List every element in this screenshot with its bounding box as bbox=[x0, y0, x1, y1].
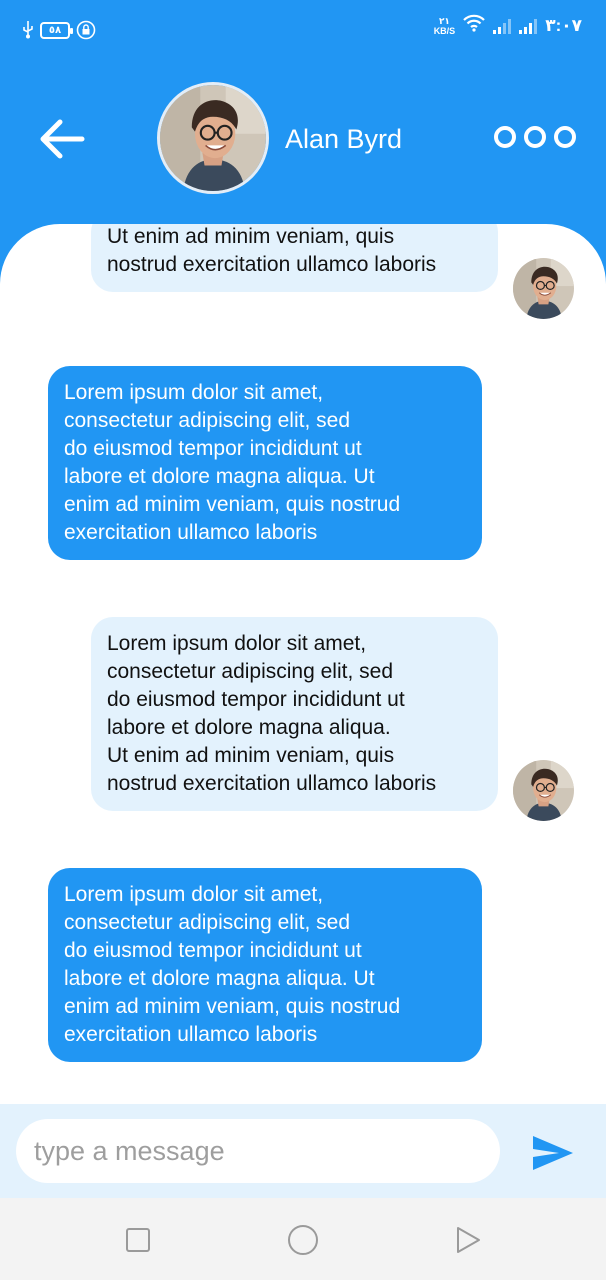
contact-avatar[interactable] bbox=[157, 82, 269, 194]
message-line: Lorem ipsum dolor sit amet, bbox=[107, 632, 367, 655]
signal-icon-sim2 bbox=[519, 18, 538, 34]
message-line: labore et dolore magna aliqua. Ut bbox=[64, 465, 375, 488]
more-options-icon bbox=[494, 126, 516, 148]
more-options-button[interactable] bbox=[494, 126, 576, 148]
message-bubble-incoming: Lorem ipsum dolor sit amet, consectetur … bbox=[48, 366, 482, 560]
battery-icon: ٥٨ bbox=[40, 21, 73, 39]
chat-header: Alan Byrd bbox=[0, 62, 606, 222]
wifi-icon bbox=[463, 14, 485, 37]
message-line: Lorem ipsum dolor sit amet, bbox=[64, 381, 324, 404]
message-input-placeholder: type a message bbox=[34, 1135, 225, 1166]
more-options-icon bbox=[524, 126, 546, 148]
message-line: consectetur adipiscing elit, sed bbox=[64, 911, 350, 934]
message-bubble-outgoing: Lorem ipsum dolor sit amet, consectetur … bbox=[91, 617, 498, 811]
network-speed-value: ٢١ bbox=[438, 15, 450, 26]
message-line: Ut enim ad minim veniam, quis bbox=[107, 744, 395, 767]
status-left: ٥٨ bbox=[22, 20, 96, 40]
arrow-left-icon bbox=[40, 119, 85, 159]
clock: ٣:٠٧ bbox=[545, 15, 582, 35]
sender-avatar bbox=[513, 258, 574, 319]
message-line: nostrud exercitation ullamco laboris bbox=[107, 253, 437, 276]
message-line: do eiusmod tempor incididunt ut bbox=[64, 939, 362, 962]
message-list[interactable]: Ut enim ad minim veniam, quis nostrud ex… bbox=[0, 224, 606, 1104]
nav-back-button[interactable] bbox=[455, 1226, 481, 1259]
message-line: do eiusmod tempor incididunt ut bbox=[64, 437, 362, 460]
message-line: enim ad minim veniam, quis nostrud bbox=[64, 493, 401, 516]
triangle-icon bbox=[457, 1227, 480, 1253]
message-line: Lorem ipsum dolor sit amet, bbox=[64, 883, 324, 906]
message-line: exercitation ullamco laboris bbox=[64, 521, 318, 544]
contact-name: Alan Byrd bbox=[285, 124, 403, 154]
more-options-icon bbox=[554, 126, 576, 148]
battery-level: ٥٨ bbox=[48, 24, 62, 36]
message-bubble-incoming: Lorem ipsum dolor sit amet, consectetur … bbox=[48, 868, 482, 1062]
message-line: consectetur adipiscing elit, sed bbox=[107, 660, 393, 683]
lock-icon bbox=[76, 20, 96, 40]
message-line: Ut enim ad minim veniam, quis bbox=[107, 225, 395, 248]
usb-icon bbox=[22, 21, 34, 39]
status-bar: ٥٨ ٢١ KB/S ٣:٠٧ bbox=[0, 0, 606, 62]
message-line: exercitation ullamco laboris bbox=[64, 1023, 318, 1046]
send-button[interactable] bbox=[531, 1134, 575, 1172]
message-line: nostrud exercitation ullamco laboris bbox=[107, 772, 437, 795]
network-speed-unit: KB/S bbox=[433, 25, 456, 36]
message-line: enim ad minim veniam, quis nostrud bbox=[64, 995, 401, 1018]
send-icon bbox=[533, 1136, 573, 1170]
network-speed: ٢١ KB/S bbox=[434, 16, 456, 36]
message-line: labore et dolore magna aliqua. Ut bbox=[64, 967, 375, 990]
message-line: labore et dolore magna aliqua. bbox=[107, 716, 391, 739]
message-bubble-outgoing: Ut enim ad minim veniam, quis nostrud ex… bbox=[91, 224, 498, 292]
message-line: do eiusmod tempor incididunt ut bbox=[107, 688, 405, 711]
nav-home-button[interactable] bbox=[288, 1225, 318, 1255]
nav-recents-button[interactable] bbox=[126, 1228, 150, 1252]
system-nav-bar bbox=[0, 1198, 606, 1280]
message-input[interactable]: type a message bbox=[16, 1119, 500, 1183]
message-line: consectetur adipiscing elit, sed bbox=[64, 409, 350, 432]
composer-bar: type a message bbox=[0, 1104, 606, 1198]
status-right: ٢١ KB/S ٣:٠٧ bbox=[434, 14, 582, 37]
back-button[interactable] bbox=[38, 116, 88, 162]
signal-icon-sim1 bbox=[493, 18, 512, 34]
sender-avatar bbox=[513, 760, 574, 821]
